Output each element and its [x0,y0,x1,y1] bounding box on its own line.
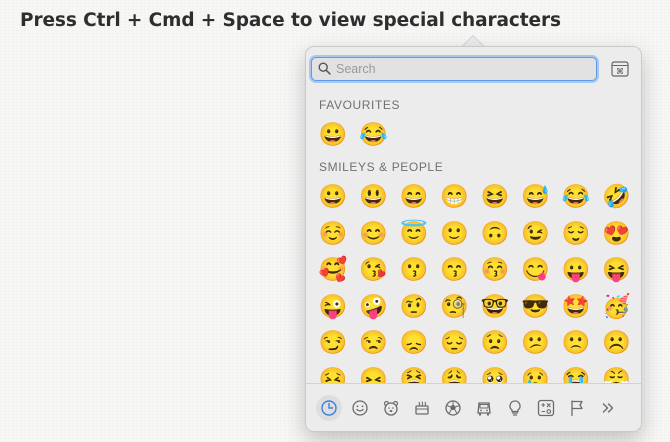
emoji-cell[interactable]: 🥳 [598,287,636,325]
emoji-cell[interactable]: 🤨 [395,287,433,325]
emoji-cell[interactable]: 🙂 [436,214,474,252]
emoji-cell[interactable]: 😋 [517,250,555,288]
emoji-cell[interactable]: 😕 [517,323,555,361]
emoji-cell-favourite[interactable]: 😀 [314,115,352,153]
food-icon [415,401,429,415]
search-icon [318,62,331,75]
emoji-cell[interactable]: 🤩 [557,287,595,325]
category-recent-button[interactable] [316,395,342,421]
emoji-cell[interactable]: 😄 [395,177,433,215]
emoji-cell[interactable]: 😂 [557,177,595,215]
page-headline: Press Ctrl + Cmd + Space to view special… [20,10,561,31]
category-symbols-button[interactable] [536,398,556,418]
emoji-cell[interactable]: 😏 [314,323,352,361]
emoji-cell[interactable]: 😅 [517,177,555,215]
category-activity-button[interactable] [443,398,463,418]
emoji-cell[interactable]: 😉 [517,214,555,252]
emoji-cell[interactable]: 🧐 [436,287,474,325]
emoji-cell[interactable]: ☺️ [314,214,352,252]
category-animals-button[interactable] [381,398,401,418]
emoji-cell[interactable]: 🤓 [476,287,514,325]
emoji-cell[interactable]: 😌 [557,214,595,252]
emoji-cell[interactable]: ☹️ [598,323,636,361]
emoji-cell[interactable]: 🥰 [314,250,352,288]
emoji-cell[interactable]: 😔 [436,323,474,361]
category-travel-button[interactable] [474,398,494,418]
favourites-section-label: FAVOURITES [319,98,401,112]
search-input[interactable] [336,60,586,78]
emoji-cell-favourite[interactable]: 😂 [355,115,393,153]
emoji-cell[interactable]: 😘 [355,250,393,288]
category-food-button[interactable] [412,398,432,418]
smileys-section-label: SMILEYS & PEOPLE [319,160,444,174]
svg-text:⌘: ⌘ [616,67,624,76]
bear-icon [383,400,399,416]
emoji-cell[interactable]: 🤣 [598,177,636,215]
emoji-cell[interactable]: 😆 [476,177,514,215]
lightbulb-icon [509,400,521,416]
emoji-cell[interactable]: 😜 [314,287,352,325]
emoji-cell[interactable]: 😙 [436,250,474,288]
emoji-cell[interactable]: 😒 [355,323,393,361]
emoji-cell[interactable]: 🙃 [476,214,514,252]
emoji-cell[interactable]: 😟 [476,323,514,361]
emoji-cell[interactable]: 😀 [314,177,352,215]
category-objects-button[interactable] [505,398,525,418]
smiley-icon [352,400,368,416]
flag-icon [571,400,583,417]
emoji-cell[interactable]: 😊 [355,214,393,252]
emoji-cell[interactable]: 🙁 [557,323,595,361]
emoji-cell[interactable]: 😇 [395,214,433,252]
clock-icon [321,400,337,416]
category-flags-button[interactable] [567,398,587,418]
emoji-cell[interactable]: 😎 [517,287,555,325]
emoji-cell[interactable]: 😁 [436,177,474,215]
category-bar [306,383,641,431]
search-field[interactable] [311,57,597,81]
emoji-cell[interactable]: 🤪 [355,287,393,325]
emoji-cell[interactable]: 😍 [598,214,636,252]
emoji-cell[interactable]: 😝 [598,250,636,288]
symbols-icon [537,399,555,417]
character-viewer-icon[interactable]: ⌘ [611,61,629,77]
emoji-cell[interactable]: 😞 [395,323,433,361]
emoji-cell[interactable]: 😃 [355,177,393,215]
emoji-cell[interactable]: 😗 [395,250,433,288]
car-icon [477,402,491,416]
soccer-ball-icon [445,400,461,416]
category-more-button[interactable] [598,398,618,418]
emoji-cell[interactable]: 😛 [557,250,595,288]
emoji-cell[interactable]: 😚 [476,250,514,288]
chevrons-right-icon [602,403,614,413]
category-smileys-button[interactable] [350,398,370,418]
emoji-picker-popover: ⌘ FAVOURITES 😀😂 SMILEYS & PEOPLE 😀😃😄😁😆😅😂… [305,46,642,432]
